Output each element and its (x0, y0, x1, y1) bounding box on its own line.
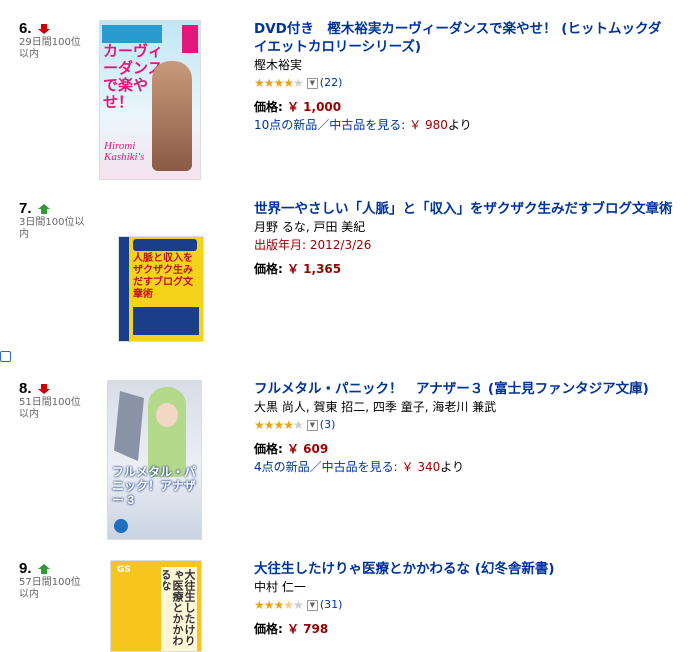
price-label: 価格: (254, 100, 283, 114)
rank-number: 6. (19, 20, 50, 37)
book-cover-9[interactable]: GS 大往生したけりゃ医療とかかわるな (110, 560, 202, 652)
trend-down-icon (37, 24, 50, 35)
offers-suffix: より (440, 460, 465, 474)
price-value: ￥ 1,000 (287, 100, 342, 114)
product-title-link[interactable]: 世界一やさしい「人脈」と「収入」をザクザク生みだすブログ文章術 (254, 200, 674, 218)
price-value: ￥ 798 (287, 622, 329, 636)
price-label: 価格: (254, 442, 283, 456)
days-in-top100: 3日間100位以内 (19, 217, 85, 240)
author: 月野 るな, 戸田 美紀 (254, 220, 366, 234)
cover-title: 大往生したけりゃ医療とかかわるな (163, 569, 195, 646)
price-label: 価格: (254, 622, 283, 636)
rank-label: 8. (19, 380, 32, 397)
product-title-link[interactable]: 大往生したけりゃ医療とかかわるな (幻冬舎新書) (254, 560, 674, 578)
product-title-link[interactable]: フルメタル・パニック！ アナザー３ (富士見ファンタジア文庫) (254, 380, 674, 398)
author: 中村 仁一 (254, 580, 306, 594)
publication-date: 出版年月: 2012/3/26 (254, 238, 372, 252)
offers-suffix: より (447, 118, 472, 132)
price: 価格: ￥ 609 (254, 440, 674, 458)
rank-number: 9. (19, 560, 50, 577)
trend-down-icon (37, 384, 50, 395)
price: 価格: ￥ 1,000 (254, 98, 674, 116)
author: 樫木裕実 (254, 58, 303, 72)
price: 価格: ￥ 798 (254, 620, 674, 638)
rank-label: 9. (19, 560, 32, 577)
review-count-link[interactable]: (3) (320, 416, 336, 434)
review-count-link[interactable]: (22) (320, 74, 343, 92)
price: 価格: ￥ 1,365 (254, 260, 674, 278)
book-cover-8[interactable]: フルメタル・パニック！アナザー 3 (107, 380, 202, 540)
star-rating-icon: ★★★★★ (254, 598, 304, 612)
offers-text: 10点の新品／中古品を見る: (254, 118, 406, 132)
offers-text: 4点の新品／中古品を見る: (254, 460, 398, 474)
rank-number: 7. (19, 200, 50, 217)
feedback-bubble-icon[interactable] (0, 351, 11, 362)
trend-up-icon (37, 564, 50, 575)
item-info: 大往生したけりゃ医療とかかわるな (幻冬舎新書) 中村 仁一 ★★★★★ ▼ (… (254, 560, 674, 638)
offers-price: ￥ 980 (409, 118, 448, 132)
cover-title: 人脈と収入をザクザク生みだすブログ文章術 (133, 253, 193, 300)
item-info: 世界一やさしい「人脈」と「収入」をザクザク生みだすブログ文章術 月野 るな, 戸… (254, 200, 674, 278)
offers-link[interactable]: 10点の新品／中古品を見る: ￥ 980より (254, 116, 674, 134)
review-count-link[interactable]: (31) (320, 596, 343, 614)
rating[interactable]: ★★★★★ ▼ (31) (254, 596, 674, 614)
star-rating-icon: ★★★★★ (254, 418, 304, 432)
chevron-down-icon[interactable]: ▼ (306, 77, 318, 89)
cover-title: フルメタル・パニック！アナザー 3 (112, 465, 197, 507)
offers-price: ￥ 340 (401, 460, 441, 474)
days-in-top100: 29日間100位以内 (19, 37, 81, 60)
chevron-down-icon[interactable]: ▼ (306, 599, 318, 611)
rating[interactable]: ★★★★★ ▼ (3) (254, 416, 674, 434)
star-rating-icon: ★★★★★ (254, 76, 304, 90)
trend-up-icon (37, 204, 50, 215)
book-cover-6[interactable]: カーヴィーダンスで楽やせ！ Hiromi Kashiki's (99, 20, 201, 180)
product-title-link[interactable]: DVD付き 樫木裕実カーヴィーダンスで楽やせ！ (ヒットムックダイエットカロリー… (254, 20, 674, 56)
price-value: ￥ 609 (287, 442, 329, 456)
rank-label: 7. (19, 200, 32, 217)
offers-link[interactable]: 4点の新品／中古品を見る: ￥ 340より (254, 458, 674, 476)
chevron-down-icon[interactable]: ▼ (306, 419, 318, 431)
days-in-top100: 57日間100位以内 (19, 577, 81, 600)
days-in-top100: 51日間100位以内 (19, 397, 81, 420)
book-cover-7[interactable]: 人脈と収入をザクザク生みだすブログ文章術 (118, 236, 204, 342)
price-label: 価格: (254, 262, 283, 276)
rank-label: 6. (19, 20, 32, 37)
rating[interactable]: ★★★★★ ▼ (22) (254, 74, 674, 92)
item-info: フルメタル・パニック！ アナザー３ (富士見ファンタジア文庫) 大黒 尚人, 賀… (254, 380, 674, 476)
item-info: DVD付き 樫木裕実カーヴィーダンスで楽やせ！ (ヒットムックダイエットカロリー… (254, 20, 674, 134)
price-value: ￥ 1,365 (287, 262, 342, 276)
author: 大黒 尚人, 賀東 招二, 四季 童子, 海老川 兼武 (254, 400, 497, 414)
rank-number: 8. (19, 380, 50, 397)
